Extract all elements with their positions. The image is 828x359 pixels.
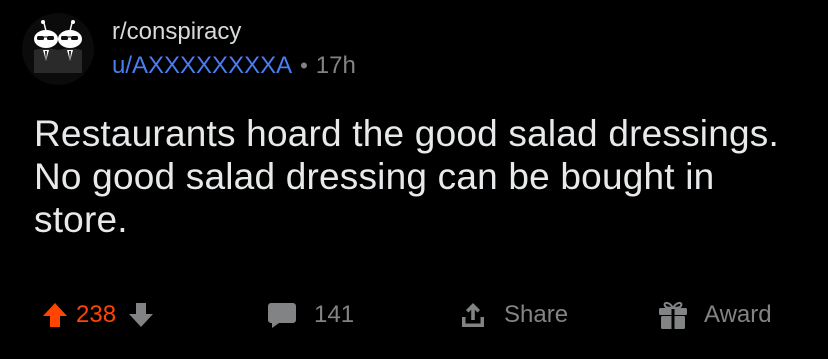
separator-dot: •	[300, 53, 308, 78]
share-icon	[458, 300, 488, 330]
gift-box-icon	[656, 299, 690, 331]
byline: u/AXXXXXXXXA • 17h	[112, 51, 356, 81]
award-button[interactable]: Award	[656, 292, 772, 338]
username-link[interactable]: u/AXXXXXXXXA	[112, 51, 292, 81]
subreddit-avatar-icon[interactable]	[22, 13, 94, 85]
upvote-icon[interactable]	[40, 300, 70, 330]
share-label: Share	[504, 301, 569, 328]
post-header: r/conspiracy u/AXXXXXXXXA • 17h	[22, 13, 356, 85]
subreddit-link[interactable]: r/conspiracy	[112, 17, 356, 47]
post-time: 17h	[315, 52, 356, 79]
post-meta: r/conspiracy u/AXXXXXXXXA • 17h	[112, 17, 356, 81]
award-label: Award	[704, 301, 772, 328]
post-actions-bar: 238 141 Share Award	[0, 292, 828, 338]
comment-bubble-icon	[266, 300, 298, 330]
post-card[interactable]: r/conspiracy u/AXXXXXXXXA • 17h Restaura…	[0, 0, 828, 359]
vote-control: 238	[40, 292, 156, 338]
vote-count: 238	[76, 301, 117, 328]
comments-button[interactable]: 141	[266, 292, 354, 338]
share-button[interactable]: Share	[458, 292, 568, 338]
comment-count: 141	[314, 301, 355, 328]
downvote-icon[interactable]	[126, 300, 156, 330]
post-title[interactable]: Restaurants hoard the good salad dressin…	[34, 112, 804, 241]
